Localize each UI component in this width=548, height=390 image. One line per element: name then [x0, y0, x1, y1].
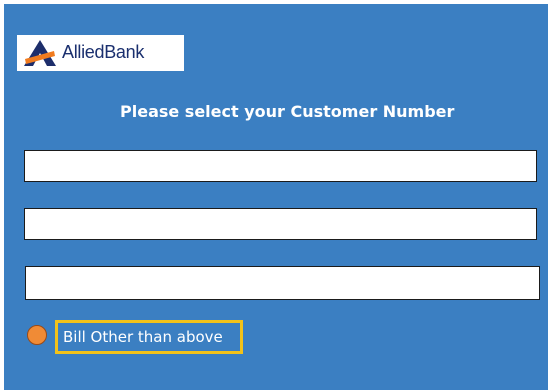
allied-bank-logo: AlliedBank	[17, 35, 184, 71]
customer-number-field-2[interactable]	[24, 208, 537, 240]
brand-name: AlliedBank	[62, 42, 145, 62]
customer-number-field-3[interactable]	[25, 266, 540, 300]
bill-other-option[interactable]: Bill Other than above	[55, 320, 243, 354]
customer-number-panel: AlliedBank Please select your Customer N…	[4, 4, 548, 390]
bill-other-radio[interactable]	[27, 325, 47, 345]
customer-number-field-1[interactable]	[24, 150, 537, 182]
allied-bank-logo-icon	[24, 40, 56, 66]
page-title: Please select your Customer Number	[120, 102, 455, 121]
bill-other-label: Bill Other than above	[63, 328, 223, 346]
